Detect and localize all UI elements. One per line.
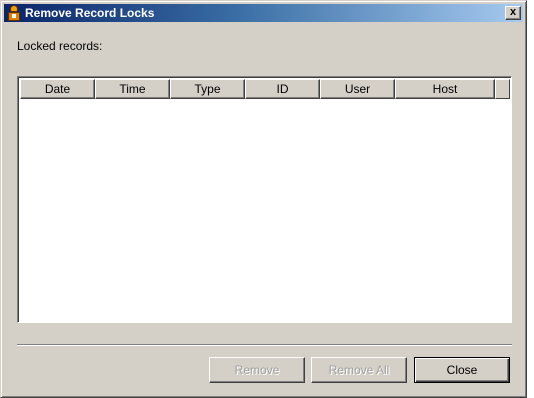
close-button[interactable]: Close — [414, 357, 510, 383]
window-title: Remove Record Locks — [25, 6, 155, 20]
title-bar[interactable]: Remove Record Locks x — [4, 4, 523, 22]
table-header: Date Time Type ID User Host — [20, 79, 495, 99]
locked-records-table[interactable]: Date Time Type ID User Host — [17, 76, 512, 323]
column-header-id[interactable]: ID — [245, 79, 320, 99]
user-lock-icon — [6, 5, 22, 21]
column-header-date[interactable]: Date — [20, 79, 95, 99]
separator — [17, 344, 512, 346]
remove-all-button[interactable]: Remove All — [311, 357, 407, 383]
remove-record-locks-dialog: Remove Record Locks x Locked records: Da… — [0, 0, 527, 398]
column-header-user[interactable]: User — [320, 79, 395, 99]
close-icon: x — [509, 6, 517, 18]
column-header-type[interactable]: Type — [170, 79, 245, 99]
locked-records-label: Locked records: — [17, 39, 103, 53]
column-header-host[interactable]: Host — [395, 79, 495, 99]
close-window-button[interactable]: x — [505, 6, 521, 20]
remove-button[interactable]: Remove — [209, 357, 305, 383]
header-filler — [495, 79, 510, 99]
column-header-time[interactable]: Time — [95, 79, 170, 99]
